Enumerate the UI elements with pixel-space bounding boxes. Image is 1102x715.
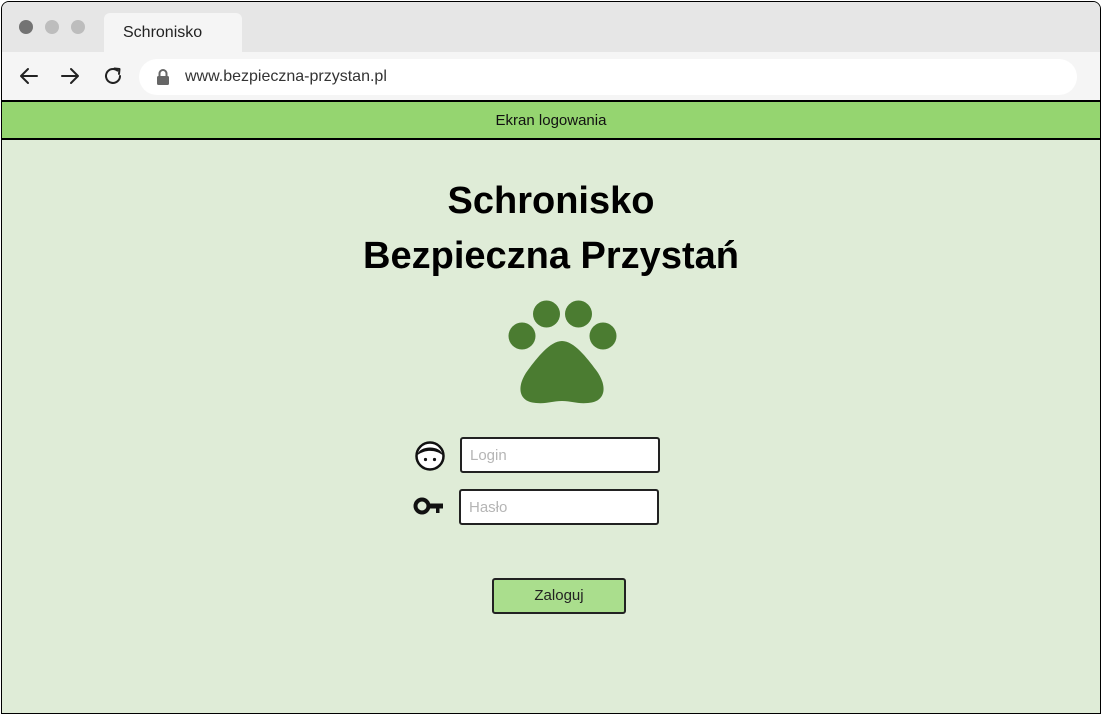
browser-toolbar: www.bezpieczna-przystan.pl <box>2 52 1100 100</box>
back-arrow-icon <box>20 68 38 84</box>
password-input[interactable] <box>459 489 659 525</box>
page-subtitle: Bezpieczna Przystań <box>363 235 739 277</box>
back-button[interactable] <box>17 64 41 88</box>
page-title: Schronisko <box>447 180 655 222</box>
window-minimize-control[interactable] <box>45 20 59 34</box>
window-close-control[interactable] <box>19 20 33 34</box>
login-button[interactable]: Zaloguj <box>492 578 626 614</box>
reload-icon <box>105 67 121 84</box>
window-maximize-control[interactable] <box>71 20 85 34</box>
user-face-icon <box>415 441 445 471</box>
login-screen: Schronisko Bezpieczna Przystań Zaloguj <box>2 140 1100 713</box>
browser-titlebar: Schronisko <box>2 2 1100 52</box>
lock-icon <box>157 69 169 85</box>
reload-button[interactable] <box>101 64 125 88</box>
page-header: Ekran logowania <box>2 100 1100 140</box>
paw-icon <box>508 300 617 404</box>
tab-title: Schronisko <box>123 24 203 41</box>
browser-tab[interactable]: Schronisko <box>104 13 242 52</box>
forward-button[interactable] <box>58 64 82 88</box>
forward-arrow-icon <box>61 68 79 84</box>
login-input[interactable] <box>460 437 660 473</box>
key-icon <box>413 497 443 515</box>
url-text: www.bezpieczna-przystan.pl <box>185 68 387 85</box>
browser-window: Schronisko www.bezpieczna-przystan.pl Ek… <box>1 1 1101 714</box>
address-bar[interactable]: www.bezpieczna-przystan.pl <box>139 59 1077 95</box>
header-label: Ekran logowania <box>495 112 607 129</box>
